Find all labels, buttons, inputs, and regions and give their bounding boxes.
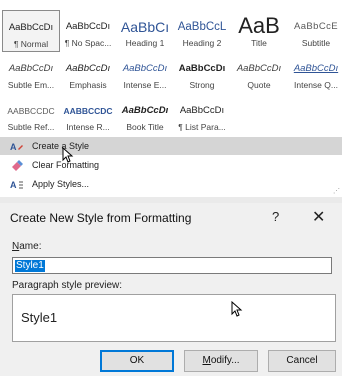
style-sample: AaBbCcDı	[179, 105, 225, 116]
modify-rest: odify...	[210, 355, 240, 366]
create-style-label: Create a Style	[32, 141, 90, 151]
help-button[interactable]: ?	[272, 209, 279, 224]
name-label: Name:	[12, 241, 41, 252]
name-input[interactable]: Style1	[12, 257, 332, 274]
name-label-rest: ame:	[19, 241, 42, 252]
style-tile-listpara[interactable]: AaBbCcDı ¶ List Para...	[173, 94, 231, 136]
style-caption: Intense Q...	[294, 80, 338, 90]
style-sample: AaBbCcDı	[65, 21, 111, 32]
style-sample: AABBCCDC	[63, 106, 113, 116]
apply-styles-icon: A	[10, 180, 23, 190]
style-sample: AaBbCcDı	[65, 63, 111, 74]
style-caption: Subtle Ref...	[7, 122, 55, 132]
style-sample: AaBbCcDı	[122, 63, 168, 74]
style-caption: Emphasis	[69, 80, 107, 90]
style-sample: AABBCCDC	[7, 106, 55, 116]
style-caption: ¶ Normal	[13, 39, 49, 49]
style-tile-quote[interactable]: AaBbCcDı Quote	[230, 52, 288, 94]
style-caption: ¶ List Para...	[178, 122, 226, 132]
apply-styles-label: Apply Styles...	[32, 179, 90, 189]
style-sample: AaBbCcDı	[8, 63, 54, 74]
style-caption: Intense R...	[66, 122, 110, 132]
style-caption: ¶ No Spac...	[64, 38, 112, 48]
style-caption: Book Title	[126, 122, 164, 132]
create-style-menu-item[interactable]: A Create a Style	[0, 137, 342, 155]
style-tile-emphasis[interactable]: AaBbCcDı Emphasis	[59, 52, 117, 94]
style-sample: AaBbCı	[120, 19, 170, 35]
style-tile-title[interactable]: AaB Title	[230, 10, 288, 52]
svg-text:A: A	[10, 180, 17, 190]
styles-gallery: AaBbCcDı ¶ Normal AaBbCcDı ¶ No Spac... AaBb…	[0, 0, 342, 134]
style-sample: AaBbCcDı	[121, 105, 169, 116]
style-tile-h1[interactable]: AaBbCı Heading 1	[116, 10, 174, 52]
name-input-value: Style1	[15, 260, 45, 272]
apply-styles-menu-item[interactable]: A Apply Styles...	[0, 175, 342, 193]
style-tile-normal[interactable]: AaBbCcDı ¶ Normal	[2, 10, 60, 52]
style-sample: AaBbCcL	[177, 21, 227, 33]
style-sample: AaBbCcDı	[236, 63, 282, 74]
style-preview-text: Style1	[21, 310, 58, 325]
style-caption: Intense E...	[123, 80, 167, 90]
styles-menu: A Create a Style Clear Formatting A Appl…	[0, 134, 342, 197]
style-tile-nospace[interactable]: AaBbCcDı ¶ No Spac...	[59, 10, 117, 52]
cancel-button[interactable]: Cancel	[268, 350, 336, 372]
create-style-icon: A	[10, 142, 23, 152]
style-tile-intenseem[interactable]: AaBbCcDı Intense E...	[116, 52, 174, 94]
style-caption: Quote	[247, 80, 271, 90]
ok-button[interactable]: OK	[100, 350, 174, 372]
style-caption: Subtitle	[301, 38, 331, 48]
eraser-icon	[12, 160, 23, 171]
style-sample: AaBbCcDı	[293, 63, 339, 74]
style-caption: Strong	[189, 80, 215, 90]
preview-label: Paragraph style preview:	[12, 280, 123, 291]
close-icon[interactable]: ✕	[312, 207, 325, 227]
style-caption: Heading 1	[125, 38, 165, 48]
modify-mnemonic: M	[202, 355, 211, 366]
mouse-cursor-icon	[231, 301, 243, 317]
style-tile-intenseref[interactable]: AABBCCDC Intense R...	[59, 94, 117, 136]
mouse-cursor-icon	[62, 147, 74, 163]
style-preview-box: Style1	[12, 294, 336, 342]
svg-text:A: A	[10, 142, 17, 152]
modify-button[interactable]: Modify...	[184, 350, 258, 372]
style-sample: AaBbCcE	[294, 21, 338, 32]
style-tile-booktitle[interactable]: AaBbCcDı Book Title	[116, 94, 174, 136]
style-caption: Subtle Em...	[7, 80, 55, 90]
style-tile-h2[interactable]: AaBbCcL Heading 2	[173, 10, 231, 52]
style-tile-strong[interactable]: AaBbCcDı Strong	[173, 52, 231, 94]
style-sample: AaB	[238, 16, 280, 38]
style-caption: Heading 2	[182, 38, 222, 48]
create-style-dialog: Create New Style from Formatting ? ✕ Nam…	[0, 203, 342, 376]
style-sample: AaBbCcDı	[8, 22, 54, 33]
style-tile-subtitle[interactable]: AaBbCcE Subtitle	[287, 10, 342, 52]
style-tile-intenseq[interactable]: AaBbCcDı Intense Q...	[287, 52, 342, 94]
dialog-title: Create New Style from Formatting	[10, 211, 192, 225]
style-caption: Title	[251, 38, 267, 48]
resize-grip-icon[interactable]: ⋰	[333, 187, 340, 195]
style-tile-subtleem[interactable]: AaBbCcDı Subtle Em...	[2, 52, 60, 94]
style-tile-subtleref[interactable]: AABBCCDC Subtle Ref...	[2, 94, 60, 136]
clear-formatting-menu-item[interactable]: Clear Formatting	[0, 156, 342, 174]
style-sample: AaBbCcDı	[178, 63, 226, 74]
